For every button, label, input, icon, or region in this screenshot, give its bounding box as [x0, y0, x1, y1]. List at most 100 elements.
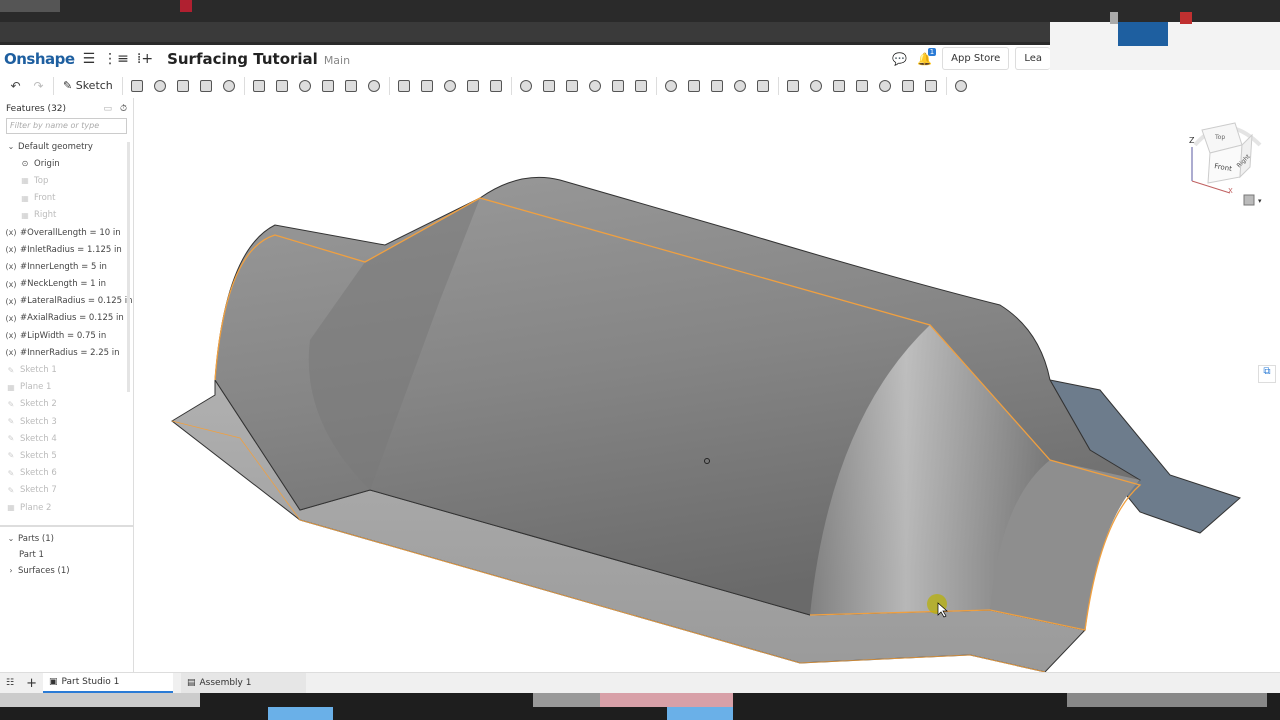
extrude-icon[interactable]: [126, 76, 149, 96]
draft-icon[interactable]: [294, 76, 317, 96]
feature-list-icon[interactable]: ⋮≡: [103, 51, 129, 67]
feature-item[interactable]: ▦ Plane 2: [0, 499, 133, 516]
document-title[interactable]: Surfacing Tutorial: [167, 50, 318, 68]
part-studio-icon: ▣: [48, 677, 58, 687]
3d-model-view[interactable]: [135, 98, 1280, 673]
view-cube[interactable]: Top Front Right Z X ▾: [1180, 105, 1270, 210]
extend-icon[interactable]: [630, 76, 653, 96]
app-store-button[interactable]: App Store: [942, 47, 1010, 70]
thicken-icon[interactable]: [218, 76, 241, 96]
helix-icon[interactable]: [683, 76, 706, 96]
feature-item[interactable]: ▦ Right: [0, 207, 133, 224]
chamfer-icon[interactable]: [271, 76, 294, 96]
insert-icon[interactable]: ⁞+: [137, 51, 153, 67]
move-face-icon[interactable]: [538, 76, 561, 96]
mate-connector-icon[interactable]: [706, 76, 729, 96]
feature-label: #AxialRadius = 0.125 in: [20, 313, 124, 324]
feature-item[interactable]: ▦ Plane 1: [0, 379, 133, 396]
plane-icon: ▦: [21, 193, 29, 203]
z-axis-label: Z: [1189, 136, 1195, 145]
bend-icon[interactable]: [828, 76, 851, 96]
corner-icon[interactable]: [874, 76, 897, 96]
add-custom-icon[interactable]: [950, 76, 973, 96]
feature-item[interactable]: (x) #InnerLength = 5 in: [0, 258, 133, 275]
feature-item[interactable]: (x) #LateralRadius = 0.125 in: [0, 293, 133, 310]
feature-item[interactable]: ✎ Sketch 3: [0, 413, 133, 430]
feature-item[interactable]: (x) #LipWidth = 0.75 in: [0, 327, 133, 344]
chevron-right-icon[interactable]: ›: [6, 566, 16, 575]
tab-icon[interactable]: [805, 76, 828, 96]
hole-icon[interactable]: [363, 76, 386, 96]
boolean-icon[interactable]: [416, 76, 439, 96]
finish-icon[interactable]: [897, 76, 920, 96]
rib-icon[interactable]: [317, 76, 340, 96]
mirror-icon[interactable]: [485, 76, 508, 96]
plane-icon[interactable]: [660, 76, 683, 96]
view-cube-top[interactable]: Top: [1214, 134, 1225, 141]
variable-icon[interactable]: [729, 76, 752, 96]
add-tab-icon[interactable]: +: [20, 673, 43, 693]
divider: [53, 76, 54, 95]
redo-icon[interactable]: ↷: [27, 76, 50, 96]
surfaces-group[interactable]: › Surfaces (1): [0, 562, 134, 579]
feature-item[interactable]: (x) #NeckLength = 1 in: [0, 276, 133, 293]
feature-item[interactable]: ✎ Sketch 7: [0, 482, 133, 499]
part-label: Part 1: [19, 549, 44, 560]
flange-icon[interactable]: [782, 76, 805, 96]
feature-item[interactable]: (x) #AxialRadius = 0.125 in: [0, 310, 133, 327]
graphics-viewport[interactable]: [135, 98, 1280, 673]
tab-part-studio-1[interactable]: ▣ Part Studio 1: [42, 673, 173, 693]
shell-icon[interactable]: [340, 76, 363, 96]
sketch-icon: ✎: [7, 451, 15, 461]
divider: [121, 76, 123, 95]
add-folder-icon[interactable]: ▭: [103, 104, 112, 114]
transform-icon[interactable]: [462, 76, 485, 96]
feature-item[interactable]: ▦ Top: [0, 172, 133, 189]
feature-item[interactable]: ✎ Sketch 6: [0, 465, 133, 482]
chevron-down-icon[interactable]: ⌄: [6, 534, 16, 543]
feature-item[interactable]: (x) #InletRadius = 1.125 in: [0, 241, 133, 258]
delete-face-icon[interactable]: [515, 76, 538, 96]
feature-label: Sketch 1: [20, 365, 57, 376]
menu-icon[interactable]: ☰: [83, 51, 96, 67]
parts-group[interactable]: ⌄ Parts (1): [0, 530, 134, 547]
feature-item[interactable]: ✎ Sketch 4: [0, 430, 133, 447]
feature-filter-input[interactable]: Filter by name or type: [6, 118, 127, 134]
feature-item[interactable]: ✎ Sketch 2: [0, 396, 133, 413]
rollback-timer-icon[interactable]: ⏱: [120, 104, 127, 114]
replace-face-icon[interactable]: [561, 76, 584, 96]
table-icon[interactable]: [920, 76, 943, 96]
revolve-icon[interactable]: [149, 76, 172, 96]
comment-icon[interactable]: 💬: [892, 52, 907, 66]
onshape-logo[interactable]: Onshape: [4, 50, 75, 68]
feature-item[interactable]: ✎ Sketch 1: [0, 361, 133, 378]
feature-item[interactable]: (x) #OverallLength = 10 in: [0, 224, 133, 241]
tab-assembly-1[interactable]: ▤ Assembly 1: [180, 673, 306, 693]
feature-item[interactable]: ⊙ Origin: [0, 155, 133, 172]
split-icon[interactable]: [439, 76, 462, 96]
part-item[interactable]: Part 1: [0, 547, 134, 562]
fillet-icon[interactable]: [248, 76, 271, 96]
notification-icon[interactable]: 🔔 1: [917, 47, 937, 66]
tab-list-icon[interactable]: ☷: [0, 673, 20, 693]
chevron-down-icon[interactable]: ⌄: [6, 142, 16, 151]
loft-icon[interactable]: [195, 76, 218, 96]
feature-item[interactable]: ▦ Front: [0, 190, 133, 207]
pattern-icon[interactable]: [393, 76, 416, 96]
fill-icon[interactable]: [607, 76, 630, 96]
panel-divider[interactable]: [0, 525, 134, 527]
feature-list-scrollbar[interactable]: [127, 142, 130, 392]
feature-item[interactable]: (x) #InnerRadius = 2.25 in: [0, 344, 133, 361]
form-icon[interactable]: [851, 76, 874, 96]
sweep-icon[interactable]: [172, 76, 195, 96]
undo-icon[interactable]: ↶: [4, 76, 27, 96]
sheet-metal-icon[interactable]: [752, 76, 775, 96]
feature-item[interactable]: ✎ Sketch 5: [0, 447, 133, 464]
branch-label[interactable]: Main: [324, 54, 350, 67]
learning-center-button[interactable]: Lea: [1015, 47, 1050, 70]
default-geometry-group[interactable]: ⌄ Default geometry: [0, 138, 133, 155]
offset-surface-icon[interactable]: [584, 76, 607, 96]
variable-icon: (x): [5, 348, 17, 358]
sketch-button[interactable]: ✎ Sketch: [57, 79, 119, 92]
appearance-panel-icon[interactable]: ⧉: [1258, 365, 1276, 383]
